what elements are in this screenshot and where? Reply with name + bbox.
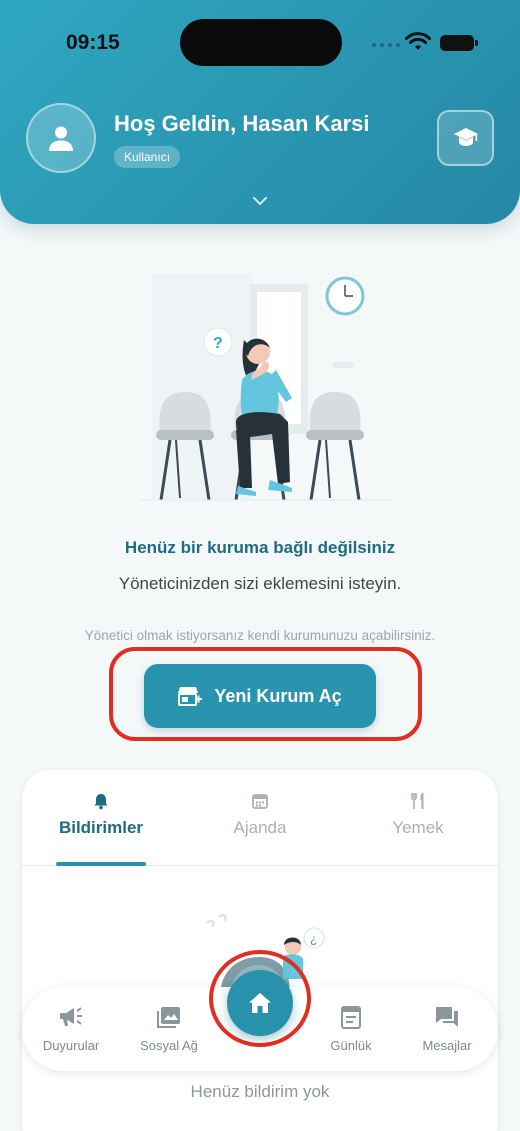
avatar[interactable] bbox=[26, 103, 96, 173]
nav-announcements[interactable]: Duyurular bbox=[23, 1005, 119, 1055]
waiting-illustration: ? bbox=[140, 274, 390, 501]
create-organization-button[interactable]: Yeni Kurum Aç bbox=[144, 664, 376, 728]
image-icon bbox=[157, 1007, 180, 1028]
calendar-icon bbox=[252, 794, 268, 809]
megaphone-icon bbox=[60, 1007, 82, 1026]
nav-messages-label: Mesajlar bbox=[422, 1038, 472, 1053]
feed-card: Bildirimler Ajanda Yemek ¿ Henüz bildiri… bbox=[22, 770, 498, 1131]
greeting-title: Hoş Geldin, Hasan Karsi bbox=[114, 111, 370, 136]
create-organization-label: Yeni Kurum Aç bbox=[214, 685, 342, 706]
status-bar: 09:15 bbox=[0, 0, 520, 86]
chat-icon bbox=[436, 1007, 458, 1027]
tab-agenda-label: Ajanda bbox=[233, 818, 287, 837]
nav-journal-label: Günlük bbox=[330, 1038, 372, 1053]
question-bubble: ? bbox=[203, 327, 233, 357]
nav-social[interactable]: Sosyal Ağ bbox=[121, 1005, 217, 1055]
journal-icon bbox=[341, 1006, 361, 1029]
education-button[interactable] bbox=[437, 110, 494, 166]
status-time: 09:15 bbox=[66, 31, 120, 54]
fork-knife-icon bbox=[411, 793, 424, 809]
svg-text:?: ? bbox=[213, 335, 223, 352]
battery-icon bbox=[440, 35, 478, 51]
tab-notifications[interactable]: Bildirimler bbox=[56, 792, 146, 838]
active-tab-indicator bbox=[56, 862, 146, 866]
no-notifications-text: Henüz bildirim yok bbox=[190, 1082, 330, 1101]
clock-icon bbox=[325, 276, 365, 316]
chevron-down-icon[interactable] bbox=[250, 194, 270, 208]
svg-text:¿: ¿ bbox=[310, 932, 317, 946]
tab-notifications-label: Bildirimler bbox=[58, 818, 144, 837]
nav-home-button[interactable] bbox=[227, 970, 293, 1036]
home-icon bbox=[249, 993, 271, 1013]
store-add-icon bbox=[178, 687, 203, 706]
empty-state-subtitle: Yöneticinizden sizi eklemesini isteyin. bbox=[118, 574, 402, 593]
dynamic-island bbox=[180, 19, 342, 66]
admin-hint-text: Yönetici olmak istiyorsanız kendi kurumu… bbox=[84, 628, 436, 643]
nav-journal[interactable]: Günlük bbox=[303, 1005, 399, 1055]
nav-messages[interactable]: Mesajlar bbox=[399, 1005, 495, 1055]
role-badge: Kullanıcı bbox=[114, 146, 181, 168]
nav-announcements-label: Duyurular bbox=[42, 1038, 100, 1053]
tab-agenda[interactable]: Ajanda bbox=[212, 792, 308, 838]
graduation-cap-icon bbox=[453, 128, 478, 146]
tab-food[interactable]: Yemek bbox=[370, 792, 466, 838]
empty-state-title: Henüz bir kuruma bağlı değilsiniz bbox=[124, 538, 396, 557]
user-icon bbox=[49, 126, 73, 151]
signal-icon bbox=[372, 43, 400, 47]
tab-bar: Bildirimler Ajanda Yemek bbox=[22, 770, 498, 866]
nav-social-label: Sosyal Ağ bbox=[140, 1038, 198, 1053]
bell-icon bbox=[94, 794, 108, 810]
profile-header: 09:15 Hoş Geldin, Hasan Karsi Kullanıcı bbox=[0, 0, 520, 224]
tab-food-label: Yemek bbox=[392, 818, 444, 837]
wifi-icon bbox=[405, 32, 431, 50]
